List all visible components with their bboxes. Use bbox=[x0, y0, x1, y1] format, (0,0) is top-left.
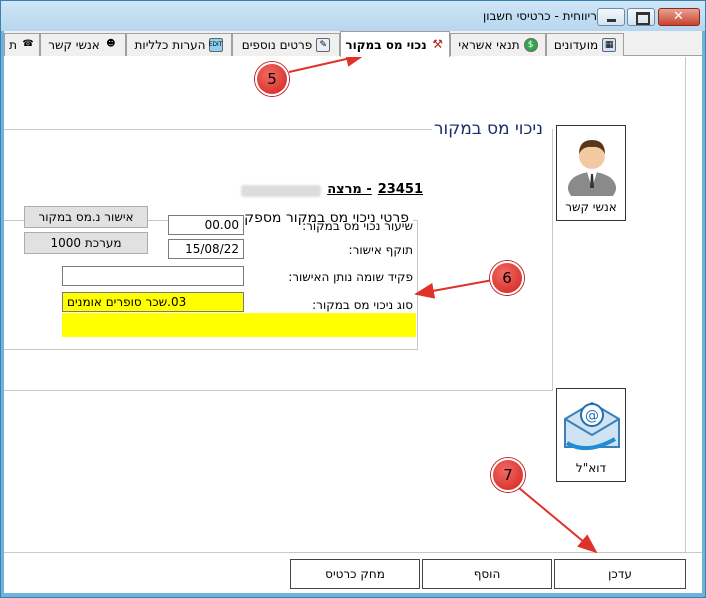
callout-7: 7 bbox=[491, 458, 525, 492]
title-bar: ריווחית - כרטיסי חשבון bbox=[1, 1, 705, 31]
rate-input[interactable]: 00.00 bbox=[168, 215, 244, 235]
email-caption: דוא"ל bbox=[575, 461, 607, 475]
svg-text:@: @ bbox=[585, 408, 599, 424]
minimize-button[interactable] bbox=[597, 8, 625, 26]
divider bbox=[4, 390, 552, 391]
tax-type-highlight bbox=[62, 313, 416, 337]
tab-label: ת bbox=[9, 38, 17, 52]
tax-type-select[interactable]: 03.שכר סופרים אומנים bbox=[62, 292, 244, 312]
person-icon bbox=[568, 140, 616, 204]
contacts-picture-button[interactable]: אנשי קשר bbox=[556, 125, 626, 221]
bottom-toolbar: עדכן הוסף מחק כרטיס bbox=[4, 552, 702, 593]
tab-label: פרטים נוספים bbox=[241, 38, 313, 52]
validity-date-input[interactable]: 15/08/22 bbox=[168, 239, 244, 259]
window-title: ריווחית - כרטיסי חשבון bbox=[482, 9, 597, 23]
update-button[interactable]: עדכן bbox=[554, 559, 686, 589]
tab-strip: ▦ מועדונים $ תנאי אשראי ⚒ נכוי מס במקור … bbox=[4, 31, 702, 57]
tab-phone[interactable]: ☎ ת bbox=[4, 33, 40, 56]
edit-icon: EDIT bbox=[209, 38, 224, 52]
rate-label: שיעור נכוי מס במקור: bbox=[302, 219, 413, 233]
callout-6: 6 bbox=[490, 261, 524, 295]
divider bbox=[552, 129, 553, 391]
tab-label: מועדונים bbox=[553, 38, 599, 52]
system-1000-button[interactable]: מערכת 1000 bbox=[24, 232, 148, 254]
supplier-code: 23451 bbox=[377, 182, 423, 197]
app-window: ריווחית - כרטיסי חשבון ▦ מועדונים $ תנאי… bbox=[0, 0, 706, 598]
tab-withholding-tax[interactable]: ⚒ נכוי מס במקור bbox=[340, 31, 450, 57]
approval-button[interactable]: אישור נ.מס במקור bbox=[24, 206, 148, 228]
contacts-caption: אנשי קשר bbox=[565, 200, 617, 214]
tab-credit-terms[interactable]: $ תנאי אשראי bbox=[450, 33, 546, 56]
tab-label: הערות כלליות bbox=[134, 38, 206, 52]
contacts-icon: ☻ bbox=[106, 39, 116, 49]
supplier-line: 23451 - מרצה bbox=[241, 182, 423, 197]
chart-icon: ▦ bbox=[602, 38, 617, 52]
callout-5: 5 bbox=[255, 62, 289, 96]
maximize-button[interactable] bbox=[627, 8, 655, 26]
money-bag-icon: $ bbox=[523, 38, 538, 52]
tab-label: תנאי אשראי bbox=[458, 38, 520, 52]
tab-label: נכוי מס במקור bbox=[345, 37, 427, 52]
tab-content: ניכוי מס במקור 23451 - מרצה פרטי ניכוי מ… bbox=[4, 57, 686, 552]
phone-icon: ☎ bbox=[22, 39, 34, 49]
tax-type-label: סוג ניכוי מס במקור: bbox=[312, 298, 413, 312]
client-area: ▦ מועדונים $ תנאי אשראי ⚒ נכוי מס במקור … bbox=[4, 31, 702, 593]
tab-label: אנשי קשר bbox=[48, 38, 100, 52]
tab-contacts[interactable]: ☻ אנשי קשר bbox=[40, 33, 126, 56]
tab-general-notes[interactable]: EDIT הערות כלליות bbox=[126, 33, 232, 56]
tab-more-details[interactable]: ✎ פרטים נוספים bbox=[232, 33, 340, 56]
divider bbox=[4, 129, 432, 130]
officer-label: פקיד שומה נותן האישור: bbox=[288, 270, 413, 284]
section-title: ניכוי מס במקור bbox=[433, 119, 543, 139]
redacted-name bbox=[241, 185, 322, 197]
close-button[interactable] bbox=[658, 8, 700, 26]
email-icon: @ bbox=[564, 401, 620, 451]
validity-label: תוקף אישור: bbox=[348, 243, 413, 257]
add-button[interactable]: הוסף bbox=[422, 559, 552, 589]
email-picture-button[interactable]: @ דוא"ל bbox=[556, 388, 626, 482]
document-icon: ✎ bbox=[316, 38, 331, 52]
delete-card-button[interactable]: מחק כרטיס bbox=[290, 559, 420, 589]
supplier-suffix: - מרצה bbox=[327, 182, 372, 197]
tab-clubs[interactable]: ▦ מועדונים bbox=[546, 33, 624, 56]
officer-input[interactable] bbox=[62, 266, 244, 286]
tools-icon: ⚒ bbox=[432, 36, 444, 51]
